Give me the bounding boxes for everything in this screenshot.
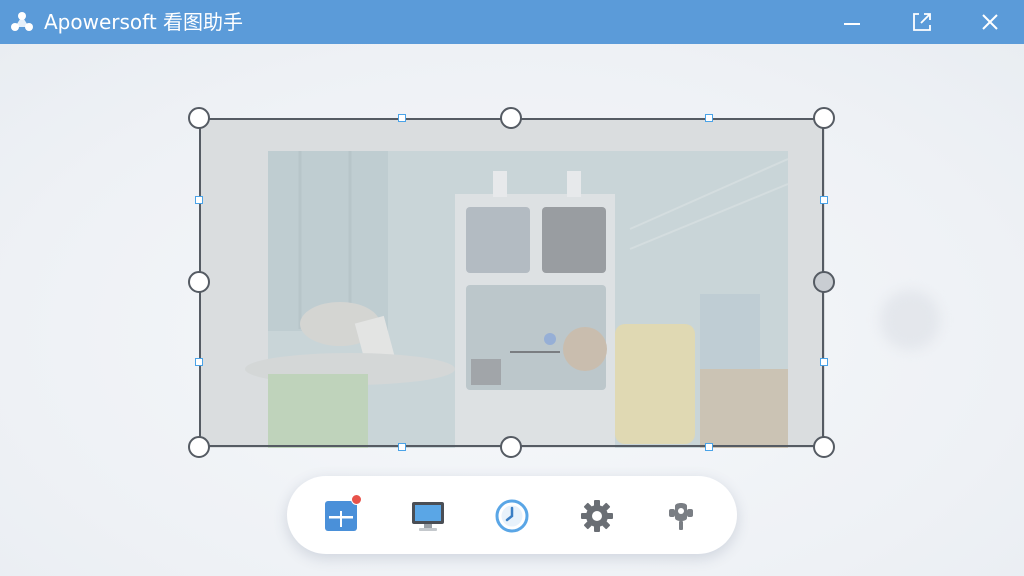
window-title: Apowersoft 看图助手 [44, 10, 244, 34]
small-handle[interactable] [820, 358, 828, 366]
pin-button[interactable] [661, 496, 701, 536]
small-handle[interactable] [195, 358, 203, 366]
history-button[interactable] [492, 496, 532, 536]
bottom-toolbar [287, 476, 737, 554]
monitor-button[interactable] [408, 496, 448, 536]
small-handle[interactable] [705, 443, 713, 451]
title-bar: Apowersoft 看图助手 [0, 0, 1024, 44]
popout-icon [913, 13, 931, 31]
small-handle[interactable] [398, 114, 406, 122]
handle-top-right[interactable] [813, 107, 835, 129]
small-handle[interactable] [398, 443, 406, 451]
minimize-icon [844, 23, 860, 25]
minimize-button[interactable] [830, 0, 874, 44]
screenshot-edit-button[interactable] [321, 494, 362, 536]
small-handle[interactable] [705, 114, 713, 122]
handle-bottom-right[interactable] [813, 436, 835, 458]
gear-icon [581, 500, 613, 532]
settings-button[interactable] [577, 496, 617, 536]
pin-icon [669, 503, 693, 530]
handle-middle-right[interactable] [813, 271, 835, 293]
popout-button[interactable] [900, 0, 944, 44]
handle-bottom-left[interactable] [188, 436, 210, 458]
handle-top-left[interactable] [188, 107, 210, 129]
app-logo-icon [11, 12, 33, 31]
background-blur-shape [880, 290, 940, 350]
clock-icon [495, 499, 529, 533]
small-handle[interactable] [820, 196, 828, 204]
small-handle[interactable] [195, 196, 203, 204]
handle-middle-left[interactable] [188, 271, 210, 293]
close-button[interactable] [968, 0, 1012, 44]
handle-bottom-middle[interactable] [500, 436, 522, 458]
monitor-icon [412, 502, 444, 531]
notification-dot [351, 494, 362, 505]
handle-top-middle[interactable] [500, 107, 522, 129]
close-icon [982, 14, 998, 30]
selection-frame[interactable] [199, 118, 824, 447]
